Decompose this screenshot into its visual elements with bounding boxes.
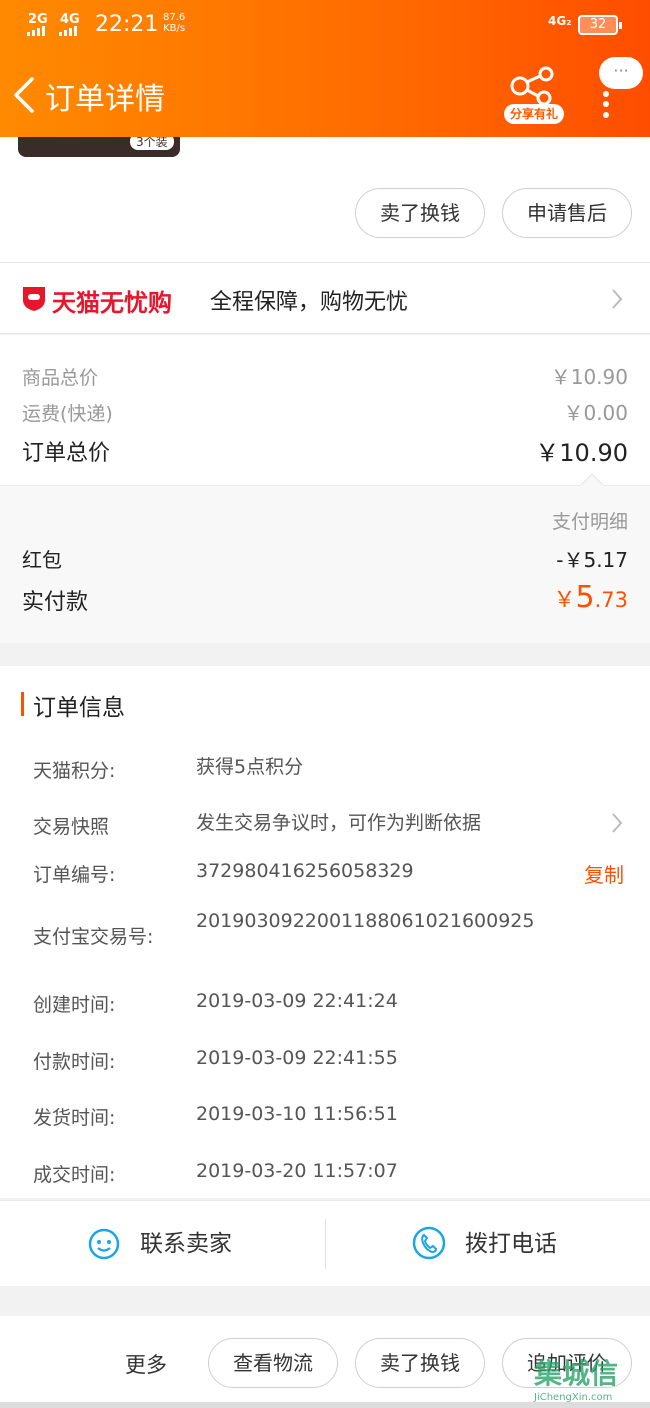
chevron-right-icon[interactable]	[610, 811, 624, 835]
status-bar: 2G 4G 22:21 87.6 KB/s 4G₂ 32	[0, 0, 650, 50]
view-logistics-button[interactable]: 查看物流	[208, 1338, 338, 1388]
quantity-tag: 3个装	[130, 137, 174, 150]
phone-icon	[412, 1226, 446, 1260]
paid-integer: 5	[575, 580, 595, 615]
speed-value: 87.6	[163, 12, 186, 23]
paid-time-label: 付款时间:	[33, 1051, 116, 1073]
tmall-guarantee-banner[interactable]: 天猫无忧购 全程保障，购物无忧	[0, 262, 650, 334]
contact-bar: 联系卖家 拨打电话	[0, 1200, 650, 1286]
payment-detail-panel: 支付明细 红包 -￥5.17 实付款 ￥5.73	[0, 474, 650, 643]
share-gift-button[interactable]: 分享有礼	[500, 62, 566, 126]
contact-seller-label: 联系卖家	[140, 1231, 232, 1257]
contact-seller-button[interactable]: 联系卖家	[86, 1201, 306, 1287]
shipping-label: 运费(快递)	[22, 403, 113, 425]
message-bubble-icon[interactable]: ···	[599, 57, 643, 89]
shipped-time-label: 发货时间:	[33, 1107, 116, 1129]
signal-bars-icon	[27, 26, 77, 36]
order-info-title: 订单信息	[33, 695, 125, 721]
chevron-right-icon	[612, 289, 623, 309]
back-arrow-icon[interactable]	[10, 75, 40, 115]
watermark-logo: 集城信 JiChengXin.com	[530, 1350, 650, 1408]
order-total-value: ￥10.90	[535, 439, 628, 467]
sell-for-cash-button-bottom[interactable]: 卖了换钱	[355, 1338, 485, 1388]
tmall-shield-icon	[23, 287, 45, 311]
chat-smile-icon	[88, 1228, 120, 1260]
points-label: 天猫积分:	[33, 760, 116, 782]
share-icon	[510, 66, 554, 106]
actual-paid-label: 实付款	[22, 590, 89, 615]
paid-time-value: 2019-03-09 22:41:55	[196, 1047, 398, 1069]
actual-paid-value: ￥5.73	[553, 580, 628, 615]
call-phone-button[interactable]: 拨打电话	[411, 1201, 631, 1287]
divider	[325, 1219, 326, 1269]
snapshot-label[interactable]: 交易快照	[33, 812, 109, 839]
paid-decimal: .73	[594, 588, 628, 612]
alipay-number-label: 支付宝交易号:	[33, 926, 154, 948]
paid-currency: ￥	[553, 588, 576, 613]
network-type: 4G₂	[548, 14, 572, 28]
points-value: 获得5点积分	[196, 756, 304, 778]
network-speed: 87.6 KB/s	[163, 12, 185, 34]
red-packet-label: 红包	[22, 548, 62, 572]
created-time-value: 2019-03-09 22:41:24	[196, 990, 398, 1012]
goods-total-value: ￥10.90	[550, 365, 628, 389]
clock: 22:21	[95, 12, 159, 37]
red-packet-value: -￥5.17	[556, 548, 628, 572]
payment-detail-link[interactable]: 支付明细	[552, 507, 628, 534]
closed-time-value: 2019-03-20 11:57:07	[196, 1160, 398, 1182]
speed-unit: KB/s	[163, 23, 186, 34]
watermark-main: 集城信	[534, 1357, 619, 1390]
closed-time-label: 成交时间:	[33, 1164, 116, 1186]
top-header: 2G 4G 22:21 87.6 KB/s 4G₂ 32 订单详情 分享有礼 ·…	[0, 0, 650, 137]
apply-after-sale-button[interactable]: 申请售后	[502, 188, 632, 238]
order-number-value: 372980416256058329	[196, 860, 414, 882]
order-info-panel: 订单信息 天猫积分: 获得5点积分 交易快照 发生交易争议时，可作为判断依据 订…	[0, 666, 650, 1198]
price-summary: 商品总价 ￥10.90 运费(快递) ￥0.00 订单总价 ￥10.90	[0, 335, 650, 485]
alipay-number-value: 2019030922001188061021600925	[196, 910, 535, 932]
snapshot-value[interactable]: 发生交易争议时，可作为判断依据	[196, 812, 546, 834]
watermark-sub: JiChengXin.com	[534, 1392, 613, 1403]
more-button[interactable]: 更多	[125, 1349, 167, 1379]
battery-icon: 32	[578, 15, 622, 35]
share-label: 分享有礼	[504, 104, 564, 124]
tmall-slogan: 全程保障，购物无忧	[210, 290, 409, 315]
shipping-value: ￥0.00	[563, 401, 628, 425]
tmall-brand: 天猫无忧购	[52, 289, 172, 317]
created-time-label: 创建时间:	[33, 994, 116, 1016]
page-title: 订单详情	[45, 82, 165, 117]
section-accent-bar	[21, 692, 24, 716]
sell-for-cash-button[interactable]: 卖了换钱	[355, 188, 485, 238]
order-total-label: 订单总价	[22, 441, 111, 466]
order-number-label: 订单编号:	[33, 864, 116, 886]
signal-2g: 2G	[28, 12, 48, 27]
more-menu-icon[interactable]	[600, 90, 612, 120]
signal-4g: 4G	[60, 12, 80, 27]
goods-total-label: 商品总价	[22, 367, 99, 389]
caret-up-icon	[580, 474, 604, 486]
copy-button[interactable]: 复制	[584, 859, 624, 888]
shipped-time-value: 2019-03-10 11:56:51	[196, 1103, 398, 1125]
call-phone-label: 拨打电话	[465, 1231, 557, 1257]
product-thumbnail[interactable]: 3个装	[18, 137, 180, 157]
